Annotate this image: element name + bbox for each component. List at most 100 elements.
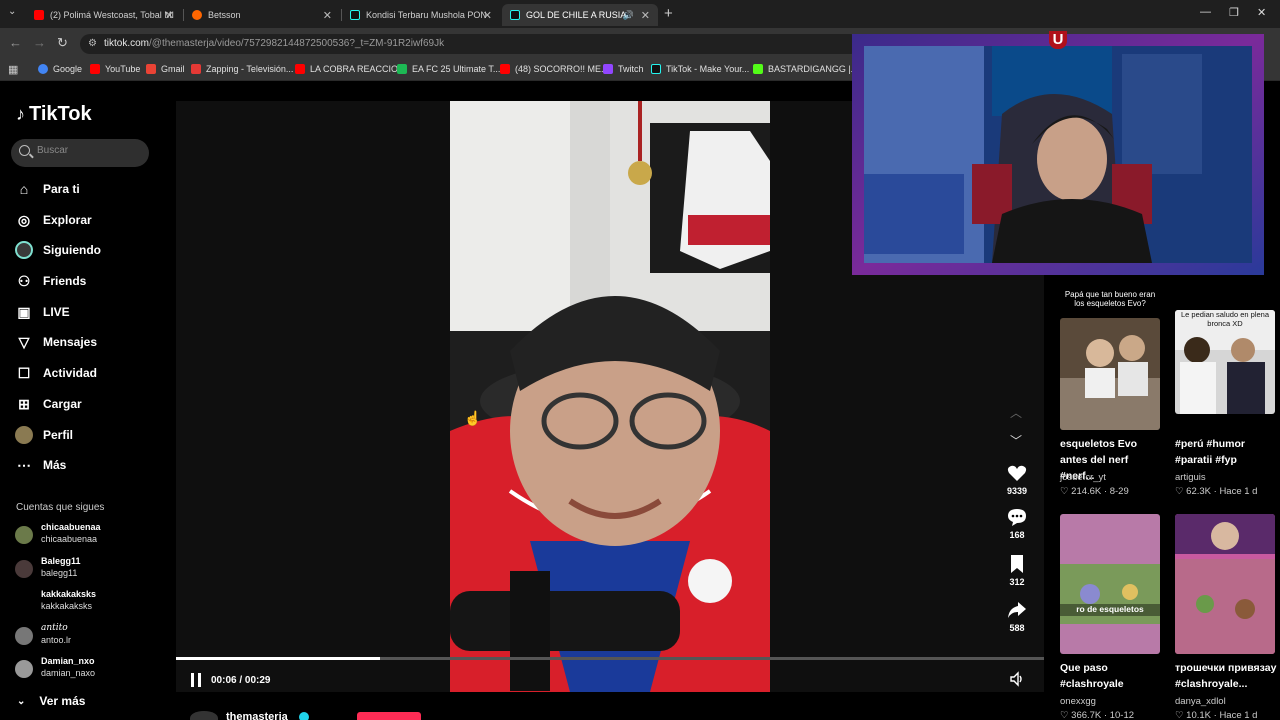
nav-mensajes[interactable]: ▽ Mensajes — [15, 331, 97, 353]
bookmark-ea-fc[interactable]: EA FC 25 Ultimate T... — [397, 64, 500, 74]
bookmark-tiktok[interactable]: TikTok - Make Your... — [651, 64, 749, 74]
kick-icon — [753, 64, 763, 74]
nav-label: Friends — [43, 274, 87, 288]
apps-grid-icon[interactable]: ▦ — [8, 63, 18, 76]
bookmark-google[interactable]: Google — [38, 64, 82, 74]
close-tab-icon[interactable]: ✕ — [323, 9, 332, 22]
tab-search-icon[interactable]: ⌄ — [8, 6, 16, 17]
streamer-webcam-overlay — [852, 34, 1264, 275]
site-info-icon[interactable]: ⚙ — [88, 38, 97, 49]
video-stats: ♡ 62.3K · Hace 1 d — [1175, 486, 1258, 497]
recommended-video-card[interactable]: трошечки привязау #clashroyale... danya_… — [1175, 514, 1276, 720]
browser-tab-betsson[interactable]: Betsson ✕ — [184, 4, 340, 26]
video-author[interactable]: onexxgg — [1060, 696, 1096, 707]
tab-title: (2) Polimá Westcoast, Tobal Ml — [50, 10, 174, 20]
universidad-de-chile-logo: U — [1049, 31, 1067, 49]
zapping-icon — [191, 64, 201, 74]
follow-button[interactable] — [357, 712, 421, 720]
back-icon[interactable]: ← — [9, 35, 22, 50]
nav-friends[interactable]: ⚇ Friends — [15, 270, 87, 292]
pause-icon[interactable] — [191, 673, 203, 687]
maximize-window-icon[interactable]: ❐ — [1229, 6, 1239, 19]
nav-live[interactable]: ▣ LIVE — [15, 301, 70, 323]
video-author[interactable]: danya_xdlol — [1175, 696, 1226, 707]
following-account[interactable]: chicaabuenaa chicaabuenaa — [15, 522, 165, 550]
following-account[interactable]: 𝑎𝑛𝑡𝑖𝑡𝑜 antoo.lr — [15, 623, 165, 651]
ea-fc-icon — [397, 64, 407, 74]
video-progress-bar[interactable] — [176, 657, 1044, 660]
following-icon — [15, 241, 33, 259]
following-account[interactable]: Balegg11 balegg11 — [15, 556, 165, 584]
nav-siguiendo[interactable]: Siguiendo — [15, 239, 101, 261]
recommended-video-card[interactable]: ro de esqueletos Que paso #clashroyale o… — [1060, 514, 1160, 720]
nav-perfil[interactable]: Perfil — [15, 424, 73, 446]
recommended-video-card[interactable]: Papá que tan bueno eran los esqueletos E… — [1060, 290, 1160, 500]
nav-actividad[interactable]: ☐ Actividad — [15, 362, 97, 384]
close-window-icon[interactable]: ✕ — [1257, 6, 1266, 19]
nav-explorar[interactable]: ◎ Explorar — [15, 209, 92, 231]
live-icon: ▣ — [17, 303, 31, 320]
following-account[interactable]: Damian_nxo damian_naxo — [15, 656, 165, 684]
bookmark-youtube[interactable]: YouTube — [90, 64, 140, 74]
video-stats: ♡ 366.7K · 10-12 — [1060, 710, 1135, 720]
following-section-title: Cuentas que sigues — [16, 502, 105, 513]
heart-icon — [1007, 465, 1027, 481]
video-thumbnail — [1060, 318, 1160, 430]
video-frame[interactable] — [450, 101, 770, 692]
search-input[interactable] — [37, 145, 137, 156]
google-icon — [38, 64, 48, 74]
browser-tab-tiktok-active[interactable]: GOL DE CHILE A RUSIA #D 🔊 ✕ — [502, 4, 658, 26]
see-more-button[interactable]: ⌄ Ver más — [17, 694, 85, 708]
search-box[interactable] — [11, 139, 149, 167]
nav-label: Más — [43, 458, 67, 472]
volume-icon[interactable] — [1009, 671, 1025, 687]
close-tab-icon[interactable]: ✕ — [165, 9, 174, 22]
save-button[interactable]: 312 — [1000, 554, 1034, 587]
minimize-window-icon[interactable]: — — [1200, 6, 1211, 18]
previous-video-icon[interactable]: ︿ — [1010, 404, 1022, 421]
recommended-video-card[interactable]: Le pedian saludo en plena bronca XD #per… — [1175, 290, 1275, 500]
save-count: 312 — [1009, 577, 1025, 587]
account-handle: chicaabuenaa — [41, 534, 98, 544]
nav-mas[interactable]: ⋯ Más — [15, 454, 66, 476]
nav-cargar[interactable]: ⊞ Cargar — [15, 393, 82, 415]
bookmark-la-cobra[interactable]: LA COBRA REACCIO... — [295, 64, 406, 74]
browser-tab-youtube[interactable]: (2) Polimá Westcoast, Tobal Ml ✕ — [26, 4, 182, 26]
reload-icon[interactable]: ↻ — [57, 35, 68, 51]
bookmark-bastardigangg[interactable]: BASTARDIGANGG |... — [753, 64, 858, 74]
share-icon — [1008, 602, 1026, 618]
close-tab-icon[interactable]: ✕ — [483, 9, 492, 22]
tiktok-logo[interactable]: ♪ TikTok — [16, 103, 92, 126]
close-tab-icon[interactable]: ✕ — [641, 9, 650, 22]
nav-label: Explorar — [43, 213, 92, 227]
bookmark-zapping[interactable]: Zapping - Televisión... — [191, 64, 293, 74]
nav-label: LIVE — [43, 305, 70, 319]
next-video-icon[interactable]: ﹀ — [1010, 432, 1022, 449]
bookmark-gmail[interactable]: Gmail — [146, 64, 185, 74]
audio-playing-icon[interactable]: 🔊 — [623, 10, 634, 21]
like-button[interactable]: 9339 — [1000, 463, 1034, 496]
bookmark-socorro[interactable]: (48) SOCORRO!! ME... — [500, 64, 609, 74]
video-author[interactable]: josue.cr_yt — [1060, 472, 1106, 483]
video-author[interactable]: artiguis — [1175, 472, 1206, 483]
youtube-icon — [90, 64, 100, 74]
forward-icon[interactable]: → — [33, 35, 46, 50]
activity-icon: ☐ — [17, 364, 31, 381]
url-text[interactable]: tiktok.com/@themasterja/video/7572982144… — [104, 38, 444, 49]
comment-button[interactable]: 168 — [1000, 507, 1034, 540]
author-avatar[interactable] — [190, 711, 218, 720]
author-name[interactable]: themasterja — [226, 711, 288, 720]
share-button[interactable]: 588 — [1000, 600, 1034, 633]
browser-tab-tiktok-kondisi[interactable]: Kondisi Terbaru Mushola PONP ✕ — [342, 4, 500, 26]
avatar — [15, 526, 33, 544]
account-name: Balegg11 — [41, 556, 81, 566]
messages-icon: ▽ — [18, 333, 30, 350]
nav-para-ti[interactable]: ⌂ Para ti — [15, 178, 80, 200]
bookmark-twitch[interactable]: Twitch — [603, 64, 644, 74]
tiktok-icon — [651, 64, 661, 74]
new-tab-button[interactable]: + — [664, 5, 673, 22]
video-description: #perú #humor #paratii #fyp — [1175, 438, 1246, 466]
nav-label: Mensajes — [43, 335, 98, 349]
compass-icon: ◎ — [17, 211, 31, 228]
following-account[interactable]: kakkakaksks kakkakaksks — [15, 589, 165, 617]
